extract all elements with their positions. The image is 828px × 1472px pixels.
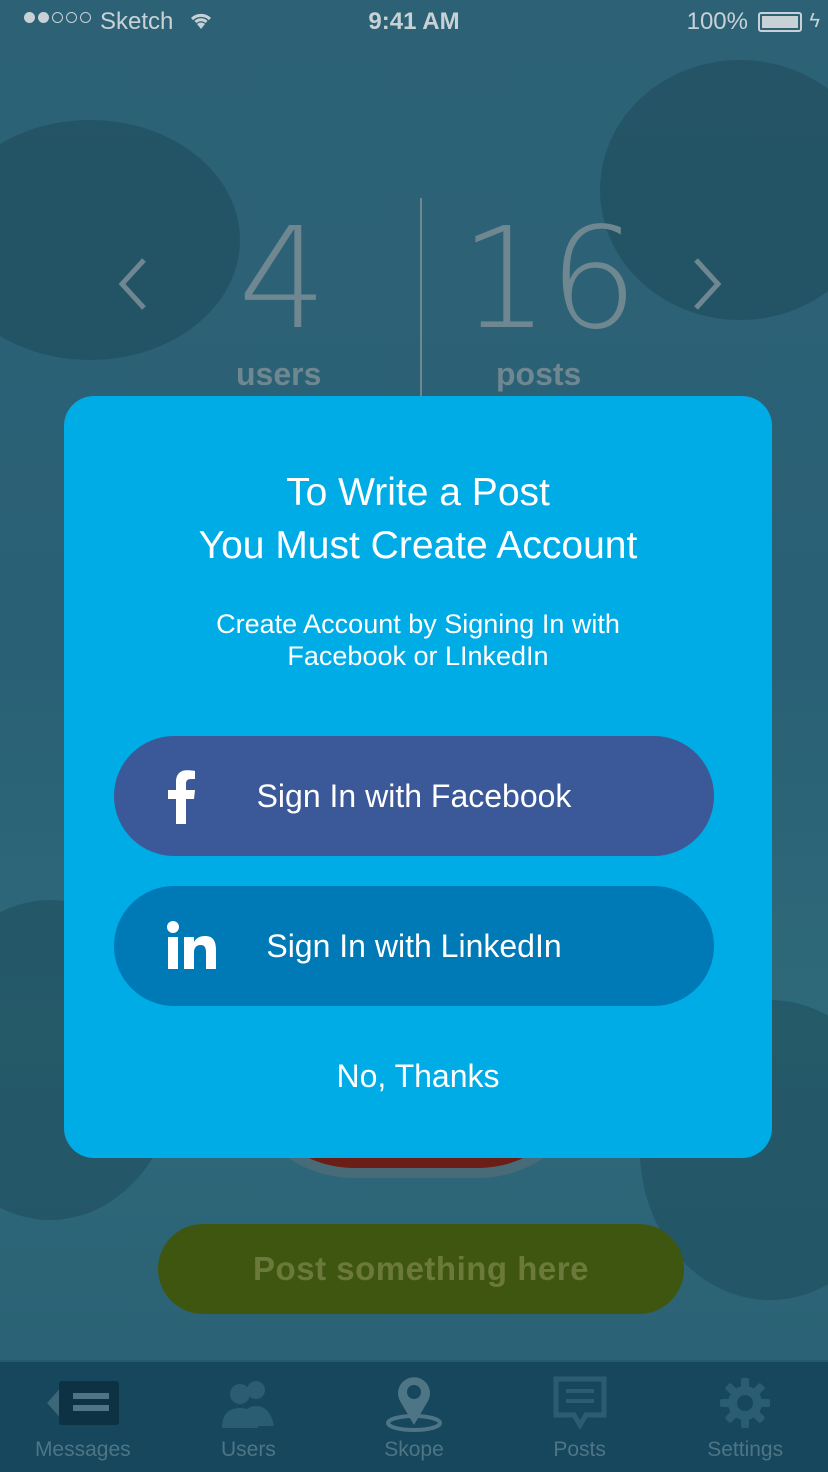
tab-label: Messages xyxy=(34,1438,131,1461)
tab-label: Posts xyxy=(553,1438,606,1461)
charging-icon: ϟ xyxy=(809,10,820,32)
linkedin-sign-in-button[interactable]: Sign In with LinkedIn xyxy=(114,886,714,1006)
battery-icon xyxy=(758,12,802,32)
facebook-sign-in-button[interactable]: Sign In with Facebook xyxy=(114,736,714,856)
users-icon xyxy=(218,1372,278,1434)
post-something-label: Post something here xyxy=(253,1250,589,1287)
status-bar: Sketch 9:41 AM 100% ϟ xyxy=(0,0,828,44)
tab-posts[interactable]: Posts xyxy=(497,1362,663,1472)
dialog-title-line-1: To Write a Post xyxy=(286,471,550,514)
facebook-icon xyxy=(166,736,196,856)
location-pin-icon xyxy=(384,1372,444,1434)
tab-users[interactable]: Users xyxy=(166,1362,332,1472)
dialog-subtitle-line-2: Facebook or LInkedIn xyxy=(287,641,549,671)
tab-settings[interactable]: Settings xyxy=(662,1362,828,1472)
dialog-title-line-2: You Must Create Account xyxy=(198,524,638,567)
users-label: users xyxy=(236,356,322,392)
gear-icon xyxy=(719,1372,771,1434)
tab-label: Skope xyxy=(384,1438,444,1461)
posts-icon xyxy=(552,1372,608,1434)
battery-percentage: 100% xyxy=(686,8,748,35)
next-arrow-icon[interactable] xyxy=(690,256,724,317)
no-thanks-button[interactable]: No, Thanks xyxy=(64,1058,772,1095)
tab-skope[interactable]: Skope xyxy=(331,1362,497,1472)
map-area xyxy=(0,120,240,360)
dialog-subtitle: Create Account by Signing In with Facebo… xyxy=(64,608,772,672)
post-something-button[interactable]: Post something here xyxy=(158,1224,684,1314)
users-count: 4 xyxy=(238,198,328,361)
facebook-button-label: Sign In with Facebook xyxy=(256,777,572,814)
tab-messages[interactable]: Messages xyxy=(0,1362,166,1472)
linkedin-icon xyxy=(166,886,218,1006)
tab-label: Settings xyxy=(707,1438,784,1461)
create-account-dialog: To Write a Post You Must Create Account … xyxy=(64,396,772,1158)
messages-icon xyxy=(43,1372,123,1434)
tab-bar: Messages Users Skope Posts Settings xyxy=(0,1360,828,1472)
dialog-subtitle-line-1: Create Account by Signing In with xyxy=(216,609,620,639)
dialog-title: To Write a Post You Must Create Account xyxy=(64,466,772,572)
previous-arrow-icon[interactable] xyxy=(116,256,150,317)
posts-count: 16 xyxy=(460,198,639,361)
posts-label: posts xyxy=(496,356,582,392)
tab-label: Users xyxy=(220,1438,276,1461)
stats-divider xyxy=(420,198,422,398)
